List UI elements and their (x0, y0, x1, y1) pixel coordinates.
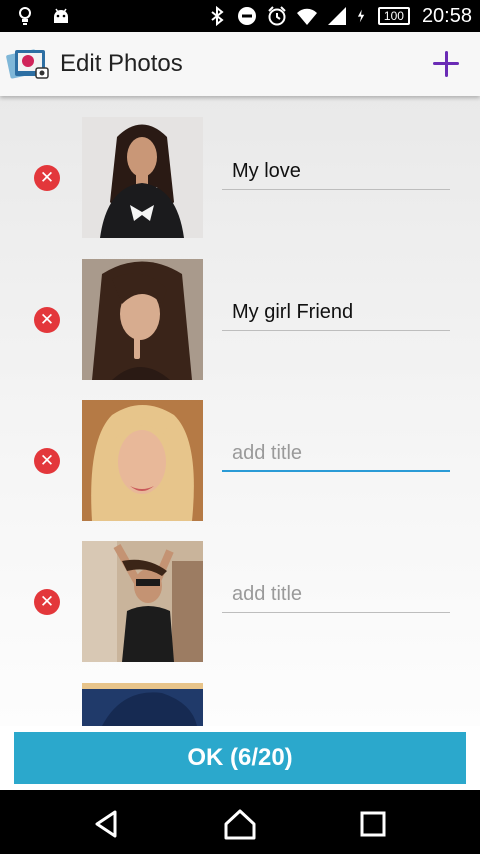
wifi-icon (296, 8, 317, 25)
list-item (0, 671, 480, 726)
ok-button[interactable]: OK (6/20) (14, 732, 466, 784)
app-logo-icon (6, 49, 49, 79)
list-item: ✕ (0, 107, 480, 248)
photo-title-input[interactable] (222, 577, 450, 613)
list-item: ✕ (0, 389, 480, 530)
signal-icon (327, 7, 346, 25)
close-icon: ✕ (39, 310, 55, 329)
photo-thumbnail[interactable] (82, 259, 203, 380)
photo-thumbnail[interactable] (82, 400, 203, 521)
list-item: ✕ (0, 530, 480, 671)
remove-photo-button[interactable]: ✕ (34, 307, 60, 333)
photo-title-input[interactable] (222, 154, 450, 190)
action-bar: Edit Photos (0, 32, 480, 96)
recents-icon[interactable] (353, 804, 393, 844)
photo-title-input[interactable] (222, 436, 450, 472)
page-title: Edit Photos (60, 50, 183, 77)
list-item: ✕ (0, 248, 480, 389)
home-icon[interactable] (220, 804, 260, 844)
photo-thumbnail[interactable] (82, 541, 203, 662)
photo-thumbnail[interactable] (82, 117, 203, 238)
photo-title-input[interactable] (222, 295, 450, 331)
alarm-icon (268, 6, 286, 26)
photo-list[interactable]: ✕ ✕ ✕ (0, 96, 480, 726)
do-not-disturb-icon (237, 7, 256, 25)
charging-icon (357, 9, 365, 23)
remove-photo-button[interactable]: ✕ (34, 589, 60, 615)
battery-indicator: 100 (377, 7, 410, 25)
ok-bar: OK (6/20) (0, 726, 480, 790)
remove-photo-button[interactable]: ✕ (34, 448, 60, 474)
status-bar: 100 20:58 (0, 0, 480, 32)
back-icon[interactable] (87, 804, 127, 844)
clock: 20:58 (421, 5, 472, 27)
photo-thumbnail[interactable] (82, 683, 203, 726)
lightbulb-icon (19, 7, 31, 25)
close-icon: ✕ (39, 592, 55, 611)
close-icon: ✕ (39, 168, 55, 187)
close-icon: ✕ (39, 451, 55, 470)
android-icon (54, 8, 68, 23)
bluetooth-icon (211, 5, 224, 27)
navigation-bar (0, 790, 480, 854)
remove-photo-button[interactable]: ✕ (34, 165, 60, 191)
add-photo-button[interactable] (424, 42, 468, 86)
